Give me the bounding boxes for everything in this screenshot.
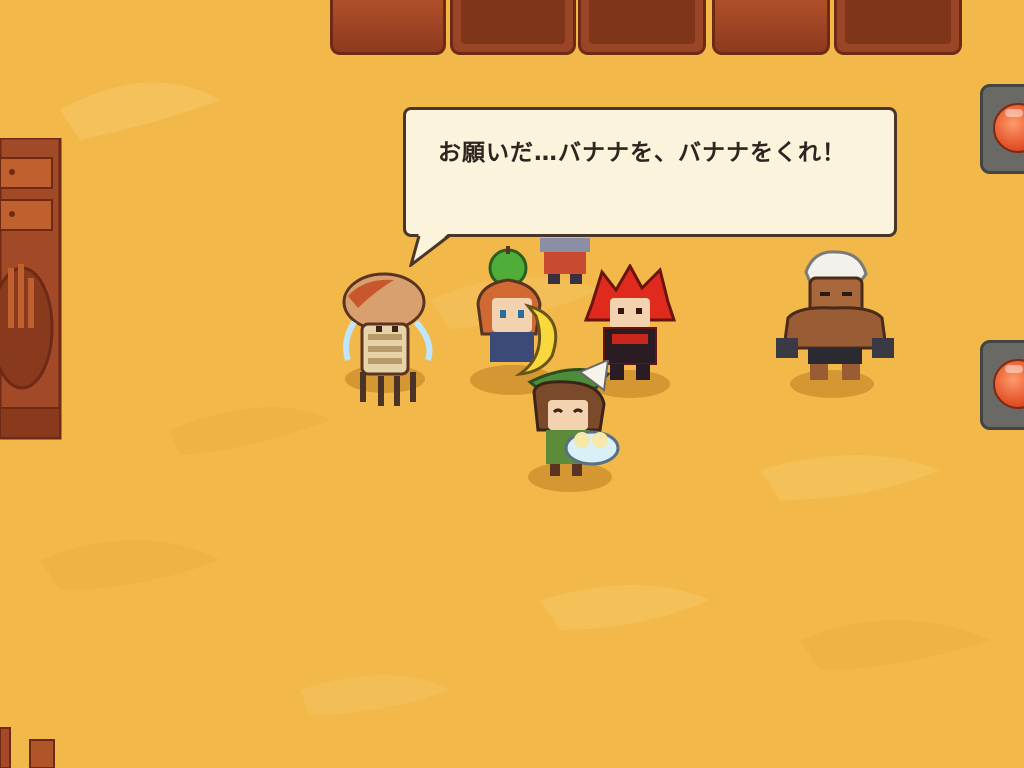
crying-spider-creature[interactable]	[334, 272, 444, 412]
red-round-button-icon[interactable]	[980, 340, 1024, 430]
green-hat-girl-with-chicks[interactable]	[520, 360, 630, 480]
barrel	[330, 0, 446, 55]
wooden-stakes	[0, 727, 55, 768]
crate	[450, 0, 576, 55]
dialog-box[interactable]: お願いだ…バナナを、バナナをくれ！	[403, 107, 897, 237]
barrel	[712, 0, 830, 55]
dialog-text: お願いだ…バナナを、バナナをくれ！	[438, 140, 846, 166]
wooden-shelf	[0, 138, 62, 440]
crate	[578, 0, 706, 55]
red-round-button-icon[interactable]	[980, 84, 1024, 174]
white-haired-brute[interactable]	[774, 248, 896, 384]
crate	[834, 0, 962, 55]
dialog-tail	[408, 233, 450, 267]
game-scene[interactable]: お願いだ…バナナを、バナナをくれ！	[0, 0, 1024, 768]
